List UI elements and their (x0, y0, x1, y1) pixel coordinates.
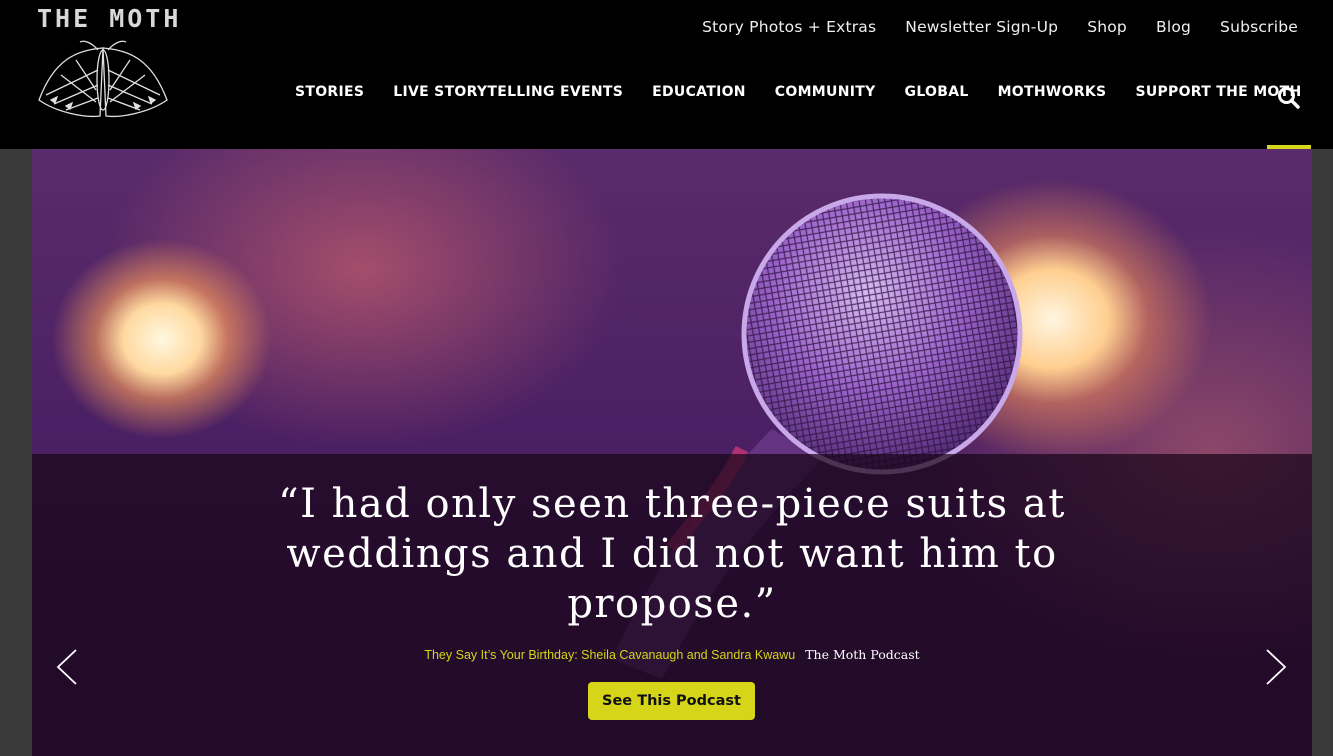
nav-item-education[interactable]: EDUCATION (652, 84, 746, 100)
story-title-link[interactable]: They Say It’s Your Birthday: Sheila Cava… (424, 648, 795, 662)
hero-carousel: “I had only seen three-piece suits at we… (32, 149, 1312, 756)
featured-quote: “I had only seen three-piece suits at we… (278, 481, 1066, 627)
util-link-story-photos[interactable]: Story Photos + Extras (702, 18, 876, 36)
utility-nav: Story Photos + Extras Newsletter Sign-Up… (702, 18, 1298, 36)
story-meta: They Say It’s Your Birthday: Sheila Cava… (32, 647, 1312, 662)
nav-item-community[interactable]: COMMUNITY (775, 84, 876, 100)
chevron-right-icon[interactable] (1263, 647, 1289, 687)
site-header: THE MOTH Story Photos + Extras Newslette… (0, 0, 1333, 149)
nav-item-live-events[interactable]: LIVE STORYTELLING EVENTS (393, 84, 623, 100)
chevron-left-icon[interactable] (54, 647, 80, 687)
search-icon[interactable] (1276, 85, 1302, 111)
nav-item-mothworks[interactable]: MOTHWORKS (998, 84, 1107, 100)
util-link-newsletter[interactable]: Newsletter Sign-Up (905, 18, 1058, 36)
nav-item-stories[interactable]: STORIES (295, 84, 364, 100)
util-link-blog[interactable]: Blog (1156, 18, 1191, 36)
see-podcast-button[interactable]: See This Podcast (588, 682, 755, 720)
main-nav: STORIES LIVE STORYTELLING EVENTS EDUCATI… (295, 84, 1302, 100)
story-source: The Moth Podcast (805, 647, 920, 662)
util-link-shop[interactable]: Shop (1087, 18, 1127, 36)
util-link-subscribe[interactable]: Subscribe (1220, 18, 1298, 36)
moth-logo-icon[interactable] (36, 40, 170, 122)
nav-item-global[interactable]: GLOBAL (905, 84, 969, 100)
site-logo[interactable]: THE MOTH (37, 4, 181, 33)
